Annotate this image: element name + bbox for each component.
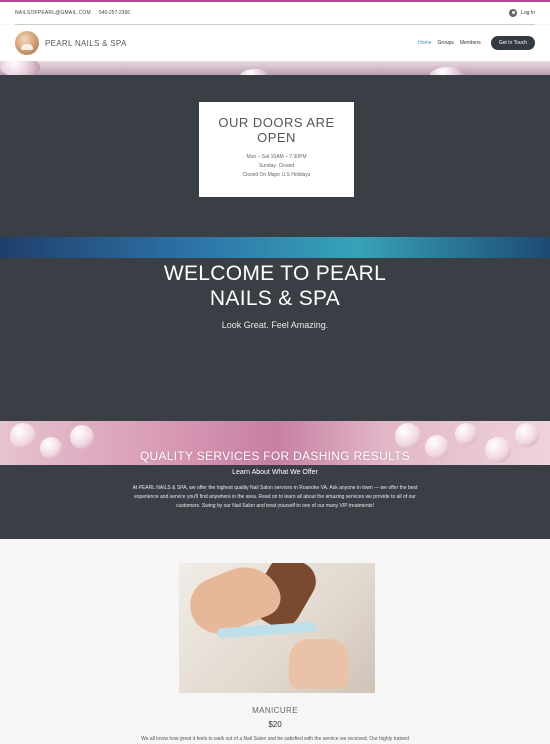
hours-line-weekdays: Mon – Sat 10AM – 7:30PM [246, 154, 307, 160]
login-button[interactable]: Log In [509, 9, 535, 17]
hours-line-sunday: Sunday: Closed [258, 163, 295, 169]
brand-name[interactable]: PEARL NAILS & SPA [45, 39, 127, 48]
service-description: We all know how great it feels to walk o… [141, 736, 409, 742]
contact-email[interactable]: NAILSOFPEARL@GMAIL.COM [15, 10, 91, 16]
welcome-title: WELCOME TO PEARL NAILS & SPA [163, 262, 387, 310]
hours-title: OUR DOORS ARE OPEN [218, 115, 335, 145]
page: NAILSOFPEARL@GMAIL.COM 540-257-2366 Log … [0, 0, 550, 744]
get-in-touch-button[interactable]: Get In Touch [490, 36, 535, 50]
hours-section: OUR DOORS ARE OPEN Mon – Sat 10AM – 7:30… [0, 75, 550, 237]
service-item-manicure: MANICURE $20 We all know how great it fe… [0, 539, 550, 743]
main-nav: Home Groups Members Get In Touch [418, 36, 535, 50]
user-icon [509, 9, 518, 17]
pearl-banner-strip [0, 61, 550, 75]
login-label: Log In [521, 10, 535, 16]
hours-card: OUR DOORS ARE OPEN Mon – Sat 10AM – 7:30… [199, 102, 354, 197]
nav-item-members[interactable]: Members [460, 40, 481, 46]
services-banner: QUALITY SERVICES FOR DASHING RESULTS [0, 421, 550, 465]
contact-bar: NAILSOFPEARL@GMAIL.COM 540-257-2366 Log … [0, 2, 550, 24]
hours-line-holidays: Closed On Major U.S Holidays [242, 172, 311, 178]
nav-item-home[interactable]: Home [418, 40, 431, 46]
manicure-photo [179, 563, 375, 693]
nav-item-groups[interactable]: Groups [437, 40, 453, 46]
welcome-section: WELCOME TO PEARL NAILS & SPA Look Great.… [0, 258, 550, 421]
services-paragraph: At PEARL NAILS & SPA, we offer the highe… [132, 485, 418, 509]
decorative-blue-band [0, 237, 550, 258]
service-price: $20 [268, 720, 282, 729]
contact-phone[interactable]: 540-257-2366 [99, 10, 130, 16]
welcome-tagline: Look Great. Feel Amazing. [221, 320, 329, 330]
services-intro: Learn About What We Offer At PEARL NAILS… [0, 465, 550, 539]
service-name: MANICURE [252, 706, 298, 715]
site-header: PEARL NAILS & SPA Home Groups Members Ge… [0, 25, 550, 61]
services-title: QUALITY SERVICES FOR DASHING RESULTS [139, 449, 411, 463]
services-subtitle: Learn About What We Offer [232, 469, 318, 476]
pearl-logo[interactable] [15, 31, 39, 55]
